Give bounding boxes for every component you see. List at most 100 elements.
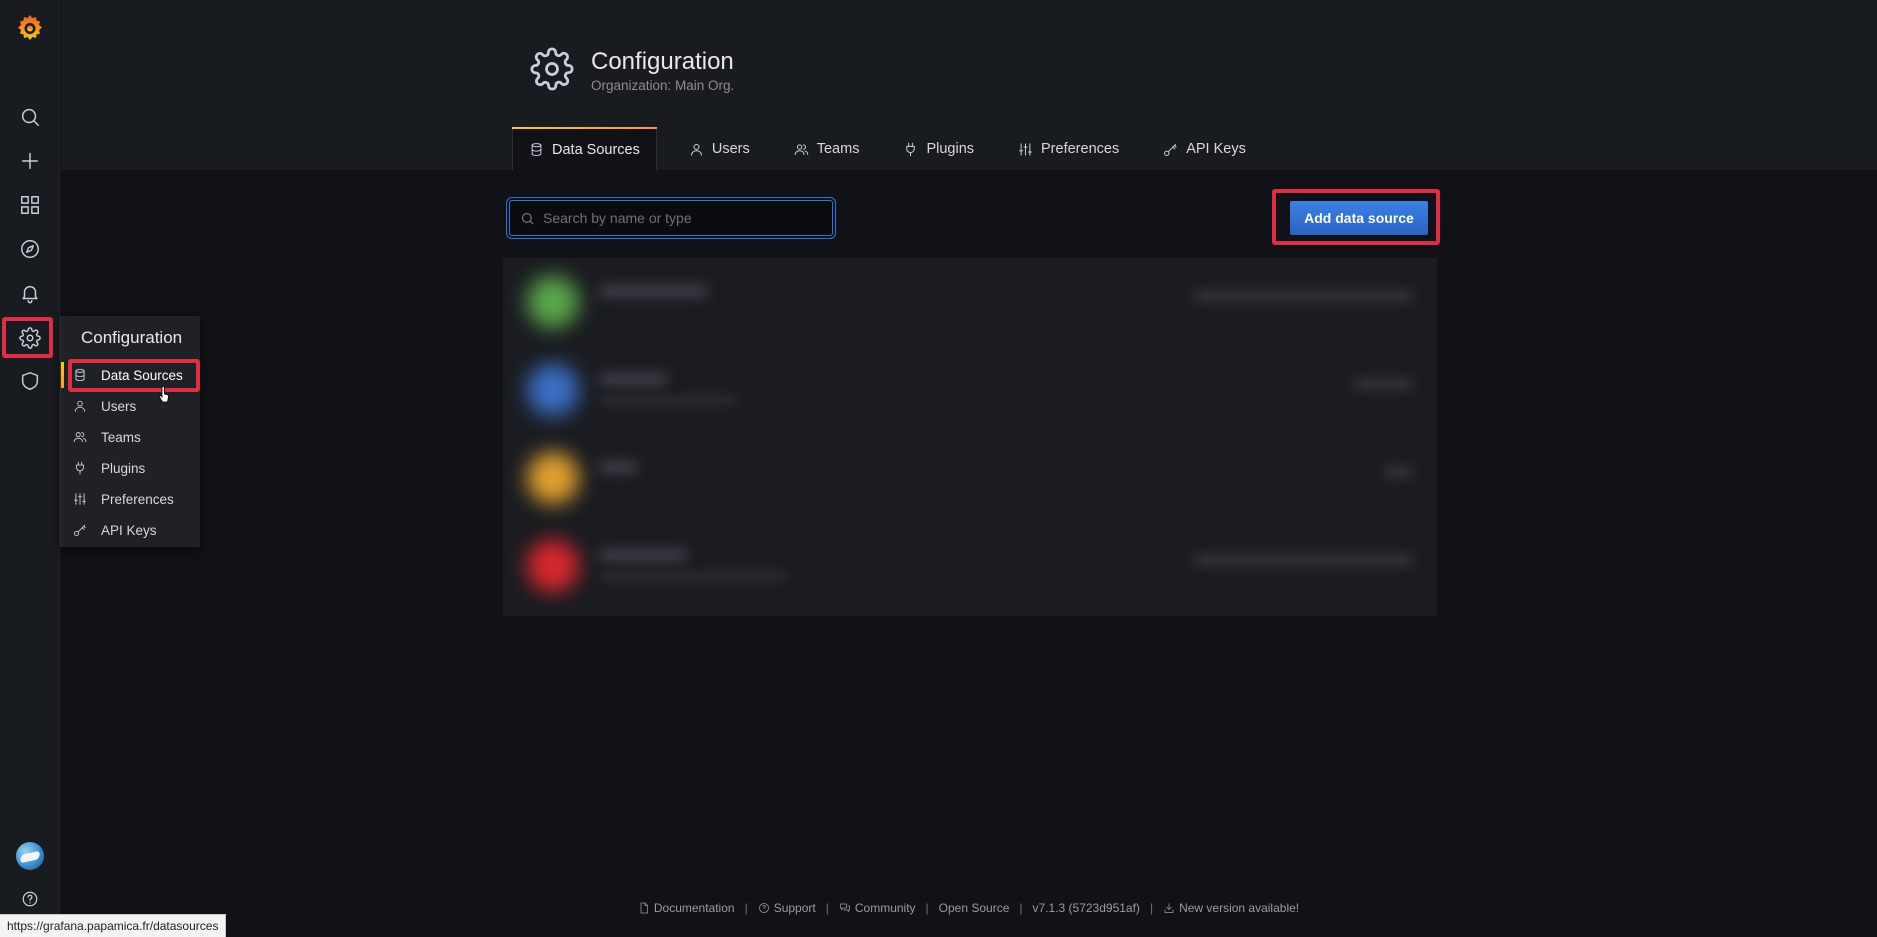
tab-label: Data Sources xyxy=(552,141,640,158)
add-data-source-button[interactable]: Add data source xyxy=(1290,201,1428,235)
server-admin-button[interactable] xyxy=(0,359,60,403)
flyout-item-label: API Keys xyxy=(101,522,157,538)
footer-open-source-label: Open Source xyxy=(938,901,1010,915)
data-source-logo xyxy=(527,452,579,504)
gear-icon xyxy=(19,327,41,349)
dashboards-icon xyxy=(21,196,39,214)
footer-open-source-link[interactable]: Open Source xyxy=(939,901,1010,915)
footer-new-version-label: New version available! xyxy=(1179,901,1300,915)
footer-version: v7.1.3 (5723d951af) xyxy=(1033,901,1140,915)
tab-users[interactable]: Users xyxy=(673,128,766,170)
footer-documentation-label: Documentation xyxy=(653,901,735,915)
footer-new-version-link[interactable]: New version available! xyxy=(1163,901,1299,915)
question-circle-icon xyxy=(758,903,769,913)
data-source-name xyxy=(598,372,668,386)
data-source-logo xyxy=(527,540,579,592)
grafana-logo-icon xyxy=(18,15,42,40)
data-source-url xyxy=(1193,290,1413,302)
users-icon xyxy=(73,432,87,443)
data-source-url xyxy=(1353,378,1413,390)
flyout-item-plugins[interactable]: Plugins xyxy=(61,453,201,483)
tab-teams[interactable]: Teams xyxy=(778,128,876,170)
database-icon xyxy=(531,143,542,156)
flyout-item-preferences[interactable]: Preferences xyxy=(61,484,201,514)
data-source-card[interactable] xyxy=(503,258,1437,346)
search-input[interactable] xyxy=(543,210,832,226)
data-source-type xyxy=(598,572,788,580)
document-icon xyxy=(640,902,648,914)
data-source-logo xyxy=(527,364,579,416)
footer-version-label: v7.1.3 (5723d951af) xyxy=(1032,901,1140,915)
flyout-item-teams[interactable]: Teams xyxy=(61,422,201,452)
data-source-card[interactable] xyxy=(503,522,1437,610)
footer-support-label: Support xyxy=(773,901,816,915)
footer-documentation-link[interactable]: Documentation xyxy=(638,901,735,915)
data-source-logo xyxy=(527,276,579,328)
compass-icon xyxy=(21,240,39,258)
download-icon xyxy=(1164,903,1174,913)
tab-preferences[interactable]: Preferences xyxy=(1002,128,1135,170)
create-button[interactable] xyxy=(0,139,60,183)
footer-support-link[interactable]: Support xyxy=(758,901,816,915)
configuration-flyout: Configuration Data Sources Users Teams P… xyxy=(60,316,200,547)
sliders-icon xyxy=(1019,142,1032,156)
data-source-card[interactable] xyxy=(503,346,1437,434)
database-icon xyxy=(75,368,85,382)
configuration-button[interactable] xyxy=(0,316,60,360)
user-icon xyxy=(74,400,86,412)
tab-label: API Keys xyxy=(1186,141,1246,157)
tab-label: Users xyxy=(711,141,750,157)
flyout-item-api-keys[interactable]: API Keys xyxy=(61,515,201,545)
page-gear-icon xyxy=(530,47,574,91)
data-source-name xyxy=(598,460,638,474)
data-source-url xyxy=(1383,466,1413,478)
sidebar xyxy=(0,0,60,937)
footer-separator: | xyxy=(744,901,748,915)
data-source-card[interactable] xyxy=(503,434,1437,522)
key-icon xyxy=(73,524,86,537)
footer: Documentation | Support | Community | Op… xyxy=(0,901,1877,915)
tab-plugins[interactable]: Plugins xyxy=(887,128,990,170)
footer-community-link[interactable]: Community xyxy=(839,901,916,915)
flyout-item-label: Data Sources xyxy=(101,367,183,383)
tab-label: Preferences xyxy=(1041,141,1120,157)
tab-api-keys[interactable]: API Keys xyxy=(1147,128,1262,170)
user-icon xyxy=(690,143,702,156)
flyout-title: Configuration xyxy=(81,328,183,347)
search-field[interactable] xyxy=(509,200,833,236)
plug-icon xyxy=(906,142,916,156)
flyout-item-label: Teams xyxy=(101,429,141,445)
flyout-item-label: Users xyxy=(101,398,137,414)
dashboards-button[interactable] xyxy=(0,183,60,227)
data-source-name xyxy=(598,548,688,562)
alerting-button[interactable] xyxy=(0,271,60,315)
data-source-url xyxy=(1193,554,1413,566)
plus-icon xyxy=(21,152,39,170)
search-icon xyxy=(21,108,39,126)
browser-status-url: https://grafana.papamica.fr/datasources xyxy=(0,914,227,937)
footer-community-label: Community xyxy=(854,901,916,915)
search-button[interactable] xyxy=(0,95,60,139)
page-subtitle: Organization: Main Org. xyxy=(591,78,735,93)
tab-label: Teams xyxy=(816,141,860,157)
flyout-item-label: Plugins xyxy=(101,460,146,476)
comments-icon xyxy=(839,903,850,913)
tab-data-sources[interactable]: Data Sources xyxy=(512,127,657,170)
users-icon xyxy=(794,143,808,155)
plug-icon xyxy=(76,461,84,475)
config-tabs: Data Sources Users Teams Plugins Prefere… xyxy=(512,127,1262,170)
page-title: Configuration xyxy=(591,48,734,75)
footer-separator: | xyxy=(825,901,829,915)
key-icon xyxy=(1164,143,1177,156)
flyout-item-label: Preferences xyxy=(101,491,174,507)
bell-icon xyxy=(22,285,38,304)
footer-separator: | xyxy=(1019,901,1023,915)
grafana-logo[interactable] xyxy=(10,8,50,48)
footer-separator: | xyxy=(1149,901,1154,915)
data-source-type xyxy=(598,396,738,404)
flyout-item-users[interactable]: Users xyxy=(61,391,201,421)
avatar[interactable] xyxy=(16,842,44,870)
data-source-name xyxy=(598,284,708,298)
explore-button[interactable] xyxy=(0,227,60,271)
flyout-item-data-sources[interactable]: Data Sources xyxy=(61,360,201,390)
